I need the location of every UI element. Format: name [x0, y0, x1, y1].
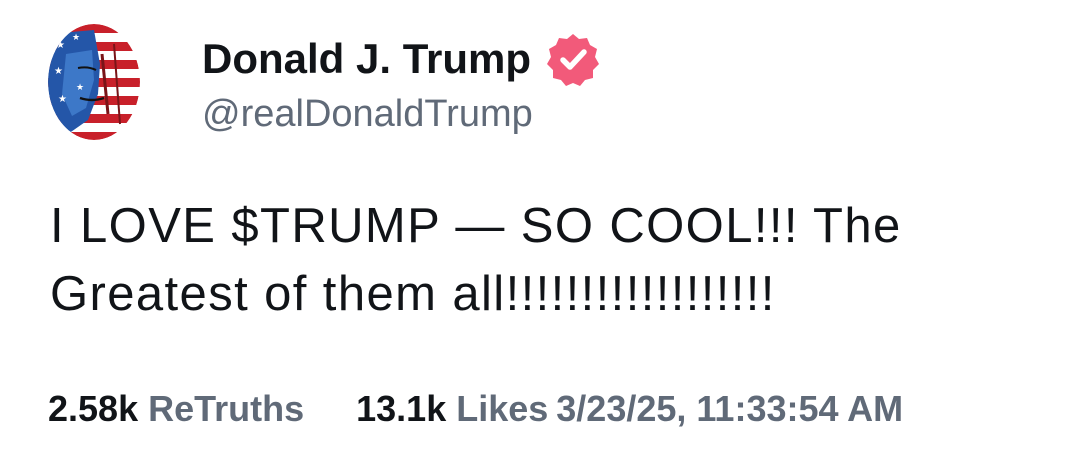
retruths-label[interactable]: ReTruths [148, 388, 304, 430]
svg-text:★: ★ [56, 40, 65, 51]
post-stats: 2.58k ReTruths 13.1k Likes 3/23/25, 11:3… [48, 388, 903, 430]
avatar[interactable]: ★ ★ ★ ★ ★ [48, 24, 140, 140]
svg-text:★: ★ [54, 66, 63, 77]
likes-label[interactable]: Likes [456, 388, 548, 430]
post-timestamp: 3/23/25, 11:33:54 AM [556, 388, 904, 429]
post-card: ★ ★ ★ ★ ★ Donald J. Trump @realDonaldTru… [0, 0, 1080, 452]
likes-count[interactable]: 13.1k [356, 388, 446, 430]
author-display-name[interactable]: Donald J. Trump [202, 35, 531, 83]
svg-text:★: ★ [58, 94, 67, 105]
svg-text:★: ★ [72, 33, 80, 43]
post-header: ★ ★ ★ ★ ★ Donald J. Trump @realDonaldTru… [48, 20, 601, 144]
svg-text:★: ★ [76, 83, 84, 93]
post-text: I LOVE $TRUMP — SO COOL!!! The Greatest … [50, 199, 917, 321]
author-identity: Donald J. Trump @realDonaldTrump [202, 29, 601, 136]
verified-badge-icon [547, 33, 600, 86]
author-handle[interactable]: @realDonaldTrump [202, 93, 601, 136]
retruths-count[interactable]: 2.58k [48, 388, 138, 430]
name-row: Donald J. Trump [202, 29, 601, 89]
flag-portrait-avatar: ★ ★ ★ ★ ★ [48, 24, 140, 140]
